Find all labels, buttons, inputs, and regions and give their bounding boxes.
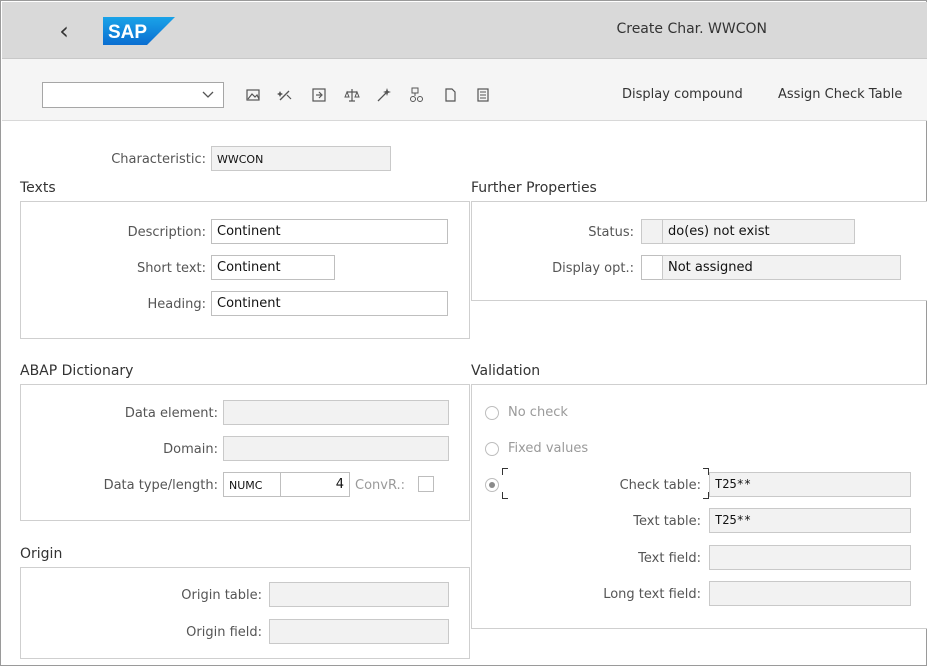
chevron-left-icon: ‹ [59, 17, 69, 45]
app-window: ‹ SAP Create Char. WWCON Display compoun… [0, 0, 927, 666]
assign-check-table-button[interactable]: Assign Check Table [778, 87, 902, 102]
hierarchy-link-icon[interactable] [406, 84, 428, 106]
origin-table-field[interactable] [269, 582, 449, 607]
balance-scale-icon[interactable] [341, 84, 363, 106]
sap-logo: SAP [103, 17, 175, 45]
no-check-radio[interactable] [485, 406, 499, 420]
convr-checkbox[interactable] [418, 476, 434, 492]
origin-field-label: Origin field: [186, 625, 262, 640]
section-title-origin: Origin [20, 546, 63, 562]
blank-page-icon[interactable] [439, 84, 461, 106]
length-field[interactable]: 4 [280, 472, 350, 497]
section-title-further-properties: Further Properties [471, 180, 597, 196]
text-field-field[interactable] [709, 545, 911, 570]
text-field-label: Text field: [638, 551, 701, 566]
section-title-validation: Validation [471, 363, 541, 379]
chevron-down-icon [202, 91, 214, 98]
no-check-label: No check [508, 405, 568, 420]
display-opt-value-field: Not assigned [662, 255, 901, 280]
heading-label: Heading: [147, 297, 206, 312]
data-element-label: Data element: [124, 406, 218, 421]
data-type-label: Data type/length: [103, 478, 218, 493]
fixed-values-radio[interactable] [485, 442, 499, 456]
display-opt-code-field[interactable] [641, 255, 663, 280]
origin-table-label: Origin table: [181, 588, 262, 603]
status-value-field: do(es) not exist [662, 219, 855, 244]
svg-text:SAP: SAP [108, 22, 147, 43]
text-table-field[interactable]: T25** [709, 508, 911, 533]
back-button[interactable]: ‹ [49, 14, 79, 48]
image-icon[interactable] [242, 84, 264, 106]
status-label: Status: [588, 225, 634, 240]
page-title: Create Char. WWCON [616, 21, 767, 37]
import-icon[interactable] [308, 84, 330, 106]
magic-wand-icon[interactable] [274, 84, 296, 106]
short-text-field[interactable]: Continent [211, 255, 335, 280]
heading-field[interactable]: Continent [211, 291, 448, 316]
fixed-values-label: Fixed values [508, 441, 589, 456]
section-title-abap-dictionary: ABAP Dictionary [20, 363, 134, 379]
data-type-field[interactable]: NUMC [223, 472, 281, 497]
check-table-field[interactable]: T25** [709, 472, 911, 497]
characteristic-field[interactable]: WWCON [211, 146, 391, 171]
document-list-icon[interactable] [472, 84, 494, 106]
focus-bracket-top-left [502, 468, 508, 475]
sparkle-wand-icon[interactable] [373, 84, 395, 106]
origin-panel [20, 567, 470, 659]
data-element-field[interactable] [223, 400, 449, 425]
shell-header: ‹ SAP Create Char. WWCON [2, 2, 927, 59]
toolbar-dropdown[interactable] [42, 82, 224, 108]
description-field[interactable]: Continent [211, 219, 448, 244]
toolbar: Display compound Assign Check Table [2, 59, 927, 121]
domain-label: Domain: [163, 442, 218, 457]
characteristic-label: Characteristic: [111, 152, 206, 167]
long-text-field-label: Long text field: [603, 587, 701, 602]
display-compound-button[interactable]: Display compound [622, 87, 743, 102]
check-table-label: Check table: [619, 478, 701, 493]
long-text-field-field[interactable] [709, 581, 911, 606]
display-opt-label: Display opt.: [552, 261, 634, 276]
section-title-texts: Texts [20, 180, 56, 196]
short-text-label: Short text: [136, 261, 206, 276]
check-table-radio[interactable] [485, 478, 499, 492]
domain-field[interactable] [223, 436, 449, 461]
convr-label: ConvR.: [355, 478, 406, 493]
text-table-label: Text table: [633, 514, 701, 529]
focus-bracket-bottom-left [502, 492, 508, 499]
description-label: Description: [127, 225, 206, 240]
further-properties-panel [471, 201, 927, 301]
status-code-field[interactable] [641, 219, 663, 244]
origin-field-field[interactable] [269, 619, 449, 644]
